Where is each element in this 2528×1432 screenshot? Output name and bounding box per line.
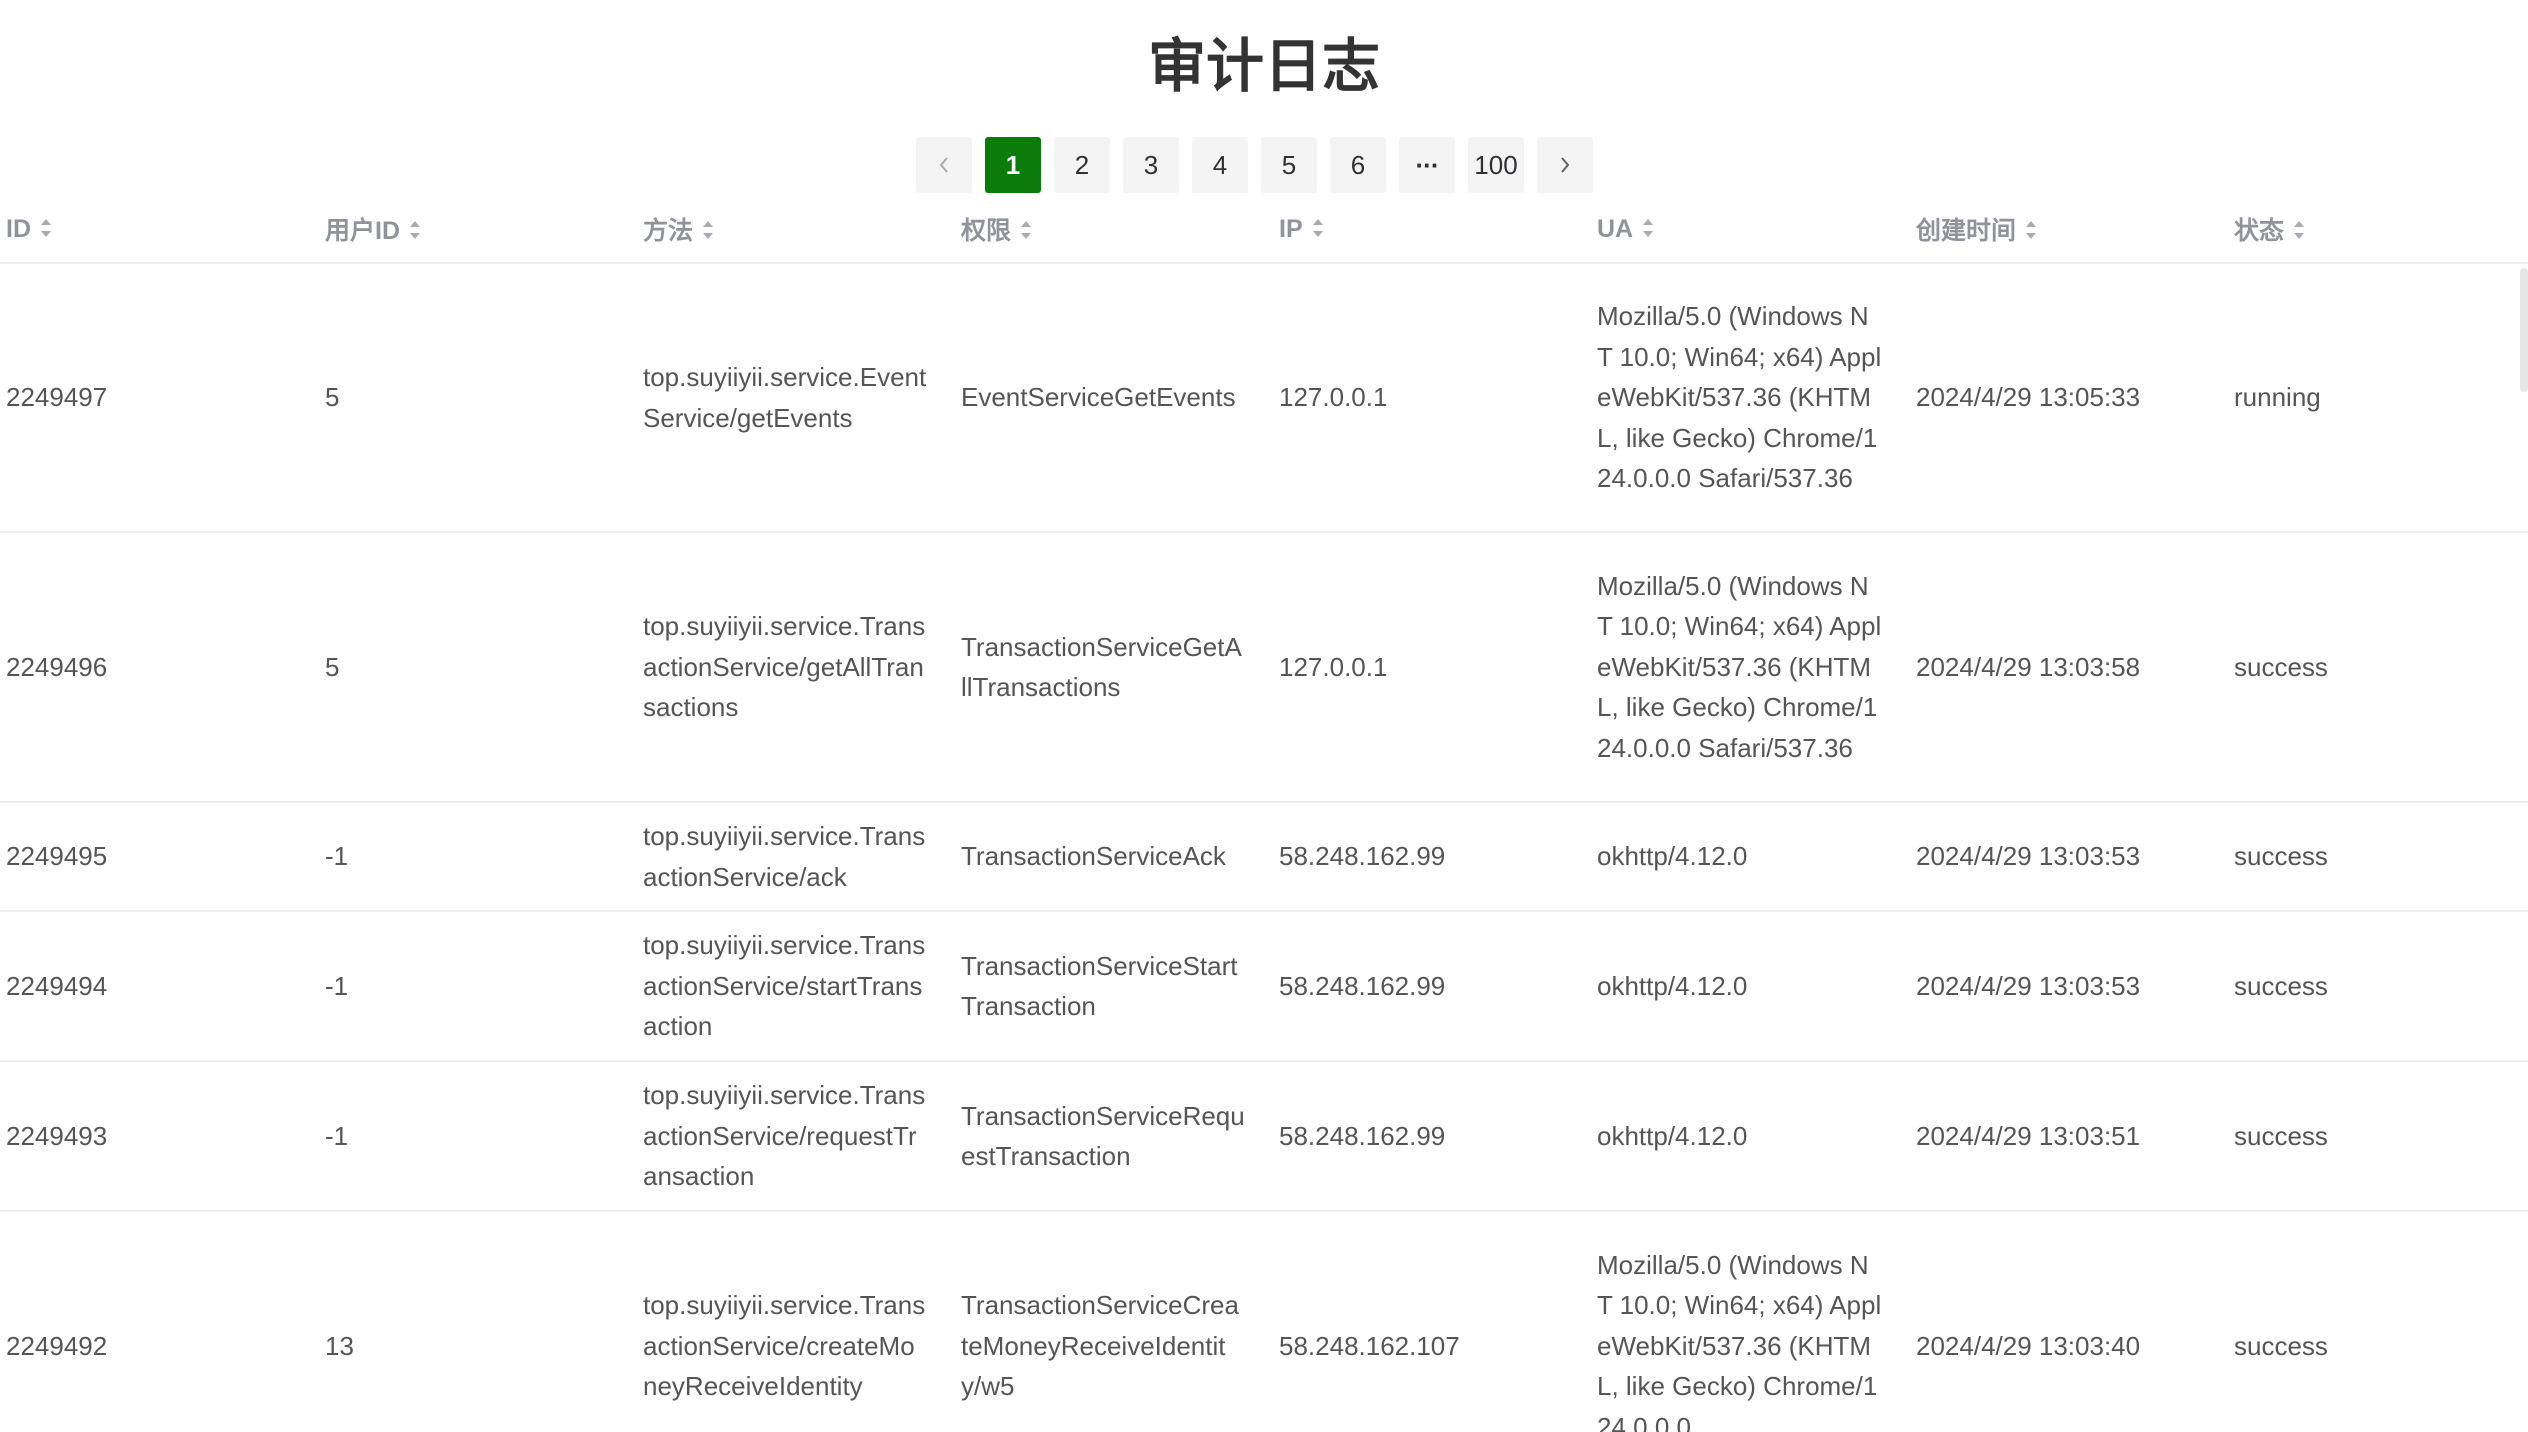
cell-permission: TransactionServiceAck: [955, 802, 1273, 912]
cell-status: success: [2228, 532, 2528, 803]
page-button-1[interactable]: 1: [985, 137, 1041, 193]
cell-status: success: [2228, 1211, 2528, 1432]
cell-user-id: 5: [319, 263, 637, 533]
cell-status: success: [2228, 1061, 2528, 1212]
sort-caret-icon[interactable]: [1019, 218, 1033, 242]
cell-ua: okhttp/4.12.0: [1591, 802, 1910, 912]
cell-method: top.suyiiyii.service.TransactionService/…: [637, 1061, 955, 1212]
column-header-method[interactable]: 方法: [637, 196, 955, 264]
cell-id: 2249494: [0, 911, 319, 1062]
table-row[interactable]: 2249493 -1 top.suyiiyii.service.Transact…: [0, 1061, 2528, 1212]
cell-permission: TransactionServiceGetAllTransactions: [955, 532, 1273, 803]
sort-caret-icon[interactable]: [701, 218, 715, 242]
cell-method: top.suyiiyii.service.TransactionService/…: [637, 911, 955, 1062]
table-header-row: ID 用户ID 方法 权限 IP UA 创建时间 状态: [0, 196, 2528, 264]
sort-caret-icon[interactable]: [408, 218, 422, 242]
chevron-right-icon: [1558, 155, 1572, 175]
column-header-ip[interactable]: IP: [1273, 196, 1591, 264]
table-row[interactable]: 2249492 13 top.suyiiyii.service.Transact…: [0, 1211, 2528, 1432]
cell-method: top.suyiiyii.service.TransactionService/…: [637, 1211, 955, 1432]
cell-ip: 58.248.162.99: [1273, 802, 1591, 912]
cell-method: top.suyiiyii.service.TransactionService/…: [637, 532, 955, 803]
table-row[interactable]: 2249494 -1 top.suyiiyii.service.Transact…: [0, 911, 2528, 1062]
cell-ua: okhttp/4.12.0: [1591, 1061, 1910, 1212]
prev-page-button[interactable]: [916, 137, 972, 193]
column-header-user-id[interactable]: 用户ID: [319, 196, 637, 264]
cell-ip: 127.0.0.1: [1273, 532, 1591, 803]
cell-id: 2249496: [0, 532, 319, 803]
cell-user-id: 13: [319, 1211, 637, 1432]
cell-status: success: [2228, 802, 2528, 912]
cell-created-at: 2024/4/29 13:03:40: [1910, 1211, 2228, 1432]
cell-user-id: -1: [319, 1061, 637, 1212]
sort-caret-icon[interactable]: [1641, 216, 1655, 240]
pagination: 1 2 3 4 5 6 ··· 100: [916, 137, 1593, 193]
cell-ip: 58.248.162.107: [1273, 1211, 1591, 1432]
cell-user-id: -1: [319, 802, 637, 912]
column-header-created-at[interactable]: 创建时间: [1910, 196, 2228, 264]
cell-created-at: 2024/4/29 13:03:53: [1910, 802, 2228, 912]
more-pages-button[interactable]: ···: [1399, 137, 1455, 193]
cell-ua: Mozilla/5.0 (Windows NT 10.0; Win64; x64…: [1591, 1211, 1910, 1432]
page-button-4[interactable]: 4: [1192, 137, 1248, 193]
cell-ip: 127.0.0.1: [1273, 263, 1591, 533]
cell-created-at: 2024/4/29 13:03:58: [1910, 532, 2228, 803]
cell-id: 2249493: [0, 1061, 319, 1212]
column-header-permission[interactable]: 权限: [955, 196, 1273, 264]
table-row[interactable]: 2249496 5 top.suyiiyii.service.Transacti…: [0, 532, 2528, 803]
page-title: 审计日志: [1147, 32, 1380, 100]
cell-user-id: 5: [319, 532, 637, 803]
next-page-button[interactable]: [1537, 137, 1593, 193]
cell-status: running: [2228, 263, 2528, 533]
table-body: 2249497 5 top.suyiiyii.service.EventServ…: [0, 263, 2528, 1432]
cell-permission: TransactionServiceCreateMoneyReceiveIden…: [955, 1211, 1273, 1432]
page-button-3[interactable]: 3: [1123, 137, 1179, 193]
cell-id: 2249495: [0, 802, 319, 912]
cell-ip: 58.248.162.99: [1273, 911, 1591, 1062]
chevron-left-icon: [937, 155, 951, 175]
table-row[interactable]: 2249495 -1 top.suyiiyii.service.Transact…: [0, 802, 2528, 912]
cell-ip: 58.248.162.99: [1273, 1061, 1591, 1212]
cell-permission: EventServiceGetEvents: [955, 263, 1273, 533]
cell-method: top.suyiiyii.service.TransactionService/…: [637, 802, 955, 912]
sort-caret-icon[interactable]: [1311, 216, 1325, 240]
cell-status: success: [2228, 911, 2528, 1062]
audit-log-page: 审计日志 1 2 3 4 5 6 ··· 100 ID 用户ID 方法 权限 I…: [0, 0, 2528, 1432]
sort-caret-icon[interactable]: [39, 216, 53, 240]
column-header-ua[interactable]: UA: [1591, 196, 1910, 264]
column-header-id[interactable]: ID: [0, 196, 319, 264]
sort-caret-icon[interactable]: [2024, 218, 2038, 242]
cell-created-at: 2024/4/29 13:05:33: [1910, 263, 2228, 533]
cell-created-at: 2024/4/29 13:03:53: [1910, 911, 2228, 1062]
cell-id: 2249497: [0, 263, 319, 533]
cell-id: 2249492: [0, 1211, 319, 1432]
cell-ua: okhttp/4.12.0: [1591, 911, 1910, 1062]
cell-created-at: 2024/4/29 13:03:51: [1910, 1061, 2228, 1212]
page-button-2[interactable]: 2: [1054, 137, 1110, 193]
vertical-scrollbar[interactable]: [2520, 268, 2528, 392]
cell-ua: Mozilla/5.0 (Windows NT 10.0; Win64; x64…: [1591, 263, 1910, 533]
sort-caret-icon[interactable]: [2292, 218, 2306, 242]
audit-log-table: ID 用户ID 方法 权限 IP UA 创建时间 状态 2249497 5 to…: [0, 196, 2528, 1432]
cell-user-id: -1: [319, 911, 637, 1062]
page-button-last[interactable]: 100: [1468, 137, 1524, 193]
cell-permission: TransactionServiceRequestTransaction: [955, 1061, 1273, 1212]
table-row[interactable]: 2249497 5 top.suyiiyii.service.EventServ…: [0, 263, 2528, 533]
cell-permission: TransactionServiceStartTransaction: [955, 911, 1273, 1062]
cell-method: top.suyiiyii.service.EventService/getEve…: [637, 263, 955, 533]
cell-ua: Mozilla/5.0 (Windows NT 10.0; Win64; x64…: [1591, 532, 1910, 803]
page-button-5[interactable]: 5: [1261, 137, 1317, 193]
page-button-6[interactable]: 6: [1330, 137, 1386, 193]
column-header-status[interactable]: 状态: [2228, 196, 2528, 264]
